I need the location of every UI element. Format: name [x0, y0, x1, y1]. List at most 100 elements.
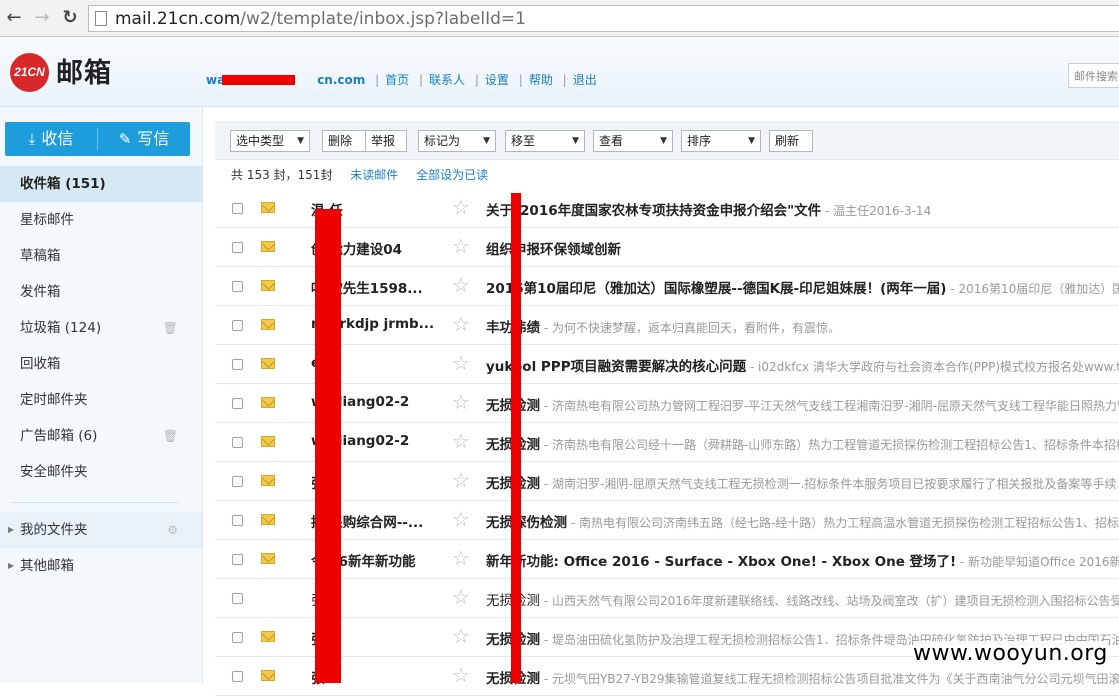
subject-text[interactable]: 新年新功能: Office 2016 - Surface - Xbox One!…: [486, 554, 956, 570]
sidebar-my-folders[interactable]: ▶ 我的文件夹 ⚙: [0, 512, 202, 548]
row-checkbox[interactable]: [232, 632, 243, 643]
sidebar-item-secure[interactable]: 安全邮件夹: [0, 454, 202, 490]
compose-button[interactable]: ✎ 写信: [98, 122, 190, 156]
mail-search-input[interactable]: 邮件搜索: [1068, 63, 1119, 88]
row-checkbox[interactable]: [232, 359, 243, 370]
table-row[interactable]: 张☆无损检测 - 湖南汨罗-湘阴-屈原天然气支线工程无损检测一.招标条件本服务项…: [215, 462, 1119, 501]
sidebar-item-sent[interactable]: 发件箱: [0, 274, 202, 310]
sidebar-other-mailboxes[interactable]: ▶ 其他邮箱: [0, 548, 202, 584]
table-row[interactable]: w gliang02-2☆无损检测 - 济南热电有限公司热力管网工程汨罗-平江天…: [215, 384, 1119, 423]
sidebar-item-starred[interactable]: 星标邮件: [0, 202, 202, 238]
subject-preview: - 山西天然气有限公司2016年度新建联络线、线路改线、站场及阀室改（扩）建项目…: [540, 594, 1119, 608]
move-to-dropdown[interactable]: 移至 ▼: [505, 130, 585, 152]
table-row[interactable]: 叶 软先生1598... ☆ 2016第10届印尼（雅加达）国际橡塑展--德国K展-…: [215, 267, 1119, 306]
logo-text[interactable]: 邮箱: [56, 51, 112, 90]
sort-dropdown[interactable]: 排序 ▼: [681, 130, 761, 152]
unread-link[interactable]: 未读邮件: [350, 168, 398, 182]
sidebar-item-scheduled[interactable]: 定时邮件夹: [0, 382, 202, 418]
star-icon[interactable]: ☆: [452, 391, 470, 413]
star-icon[interactable]: ☆: [452, 547, 470, 569]
star-icon[interactable]: ☆: [452, 625, 470, 647]
subject-text[interactable]: 2016第10届印尼（雅加达）国际橡塑展--德国K展-印尼姐妹展！(两年一届): [486, 281, 946, 297]
subject-preview: - i02dkfcx 清华大学政府与社会资本合作(PPP)模式校方报名处www.…: [749, 360, 1119, 374]
mark-as-dropdown[interactable]: 标记为 ▼: [418, 130, 496, 152]
reload-icon[interactable]: ↻: [60, 8, 80, 28]
trash-icon[interactable]: 🗑: [163, 418, 178, 454]
star-icon[interactable]: ☆: [452, 352, 470, 374]
subject-text[interactable]: 关于"2016年度国家农林专项扶持资金申报介绍会"文件: [486, 203, 821, 219]
sidebar-item-recycle[interactable]: 回收箱: [0, 346, 202, 382]
email-subject[interactable]: 无损探伤检测 - 南热电有限公司济南纬五路（经七路-经十路）热力工程高温水管道无…: [486, 511, 1119, 531]
back-arrow-icon[interactable]: ←: [4, 8, 24, 28]
sidebar-item-ads[interactable]: 广告邮箱 (6) 🗑: [0, 418, 202, 454]
table-row[interactable]: 创 能力建设04 ☆ 组织申报环保领域创新: [215, 228, 1119, 267]
star-icon[interactable]: ☆: [452, 508, 470, 530]
row-checkbox[interactable]: [232, 554, 243, 565]
nav-help[interactable]: 帮助: [529, 73, 553, 87]
mark-all-read-link[interactable]: 全部设为已读: [416, 168, 488, 182]
subject-text[interactable]: 组织申报环保领域创新: [486, 242, 621, 258]
21cn-logo-icon[interactable]: 21CN: [10, 53, 49, 92]
forward-arrow-icon[interactable]: →: [32, 8, 52, 28]
view-dropdown[interactable]: 查看 ▼: [593, 130, 673, 152]
url-text[interactable]: mail.21cn.com/w2/template/inbox.jsp?labe…: [115, 9, 526, 29]
table-row[interactable]: w gliang02-2☆无损检测 - 济南热电有限公司经十一路（舜耕路-山师东…: [215, 423, 1119, 462]
email-subject[interactable]: 新年新功能: Office 2016 - Surface - Xbox One!…: [486, 550, 1119, 570]
subject-text[interactable]: 无损探伤检测: [486, 515, 567, 531]
subject-text[interactable]: yukool PPP项目融资需要解决的核心问题: [486, 359, 746, 375]
email-subject[interactable]: 无损检测 - 济南热电有限公司经十一路（舜耕路-山师东路）热力工程管道无损探伤检…: [486, 433, 1119, 453]
receive-button[interactable]: ⤓ 收信: [5, 122, 97, 156]
row-checkbox[interactable]: [232, 281, 243, 292]
nav-settings[interactable]: 设置: [485, 73, 509, 87]
trash-icon[interactable]: 🗑: [163, 310, 178, 346]
email-subject[interactable]: 无损检测 - 元坝气田YB27-YB29集输管道复线工程无损检测招标公告项目批准…: [486, 667, 1119, 687]
row-checkbox[interactable]: [232, 593, 243, 604]
star-icon[interactable]: ☆: [452, 586, 470, 608]
address-bar[interactable]: mail.21cn.com/w2/template/inbox.jsp?labe…: [88, 5, 1119, 32]
report-button[interactable]: 举报: [365, 130, 407, 152]
star-icon[interactable]: ☆: [452, 274, 470, 296]
row-checkbox[interactable]: [232, 671, 243, 682]
email-subject[interactable]: yukool PPP项目融资需要解决的核心问题 - i02dkfcx 清华大学政…: [486, 355, 1119, 375]
table-row[interactable]: m hrkdjp jrmb...☆丰功伟绩 - 为何不快速梦醒，返本归真能回天，…: [215, 306, 1119, 345]
row-checkbox[interactable]: [232, 398, 243, 409]
email-subject[interactable]: 2016第10届印尼（雅加达）国际橡塑展--德国K展-印尼姐妹展！(两年一届) …: [486, 277, 1119, 297]
nav-contacts[interactable]: 联系人: [429, 73, 465, 87]
table-row[interactable]: 今 16新年新功能 ☆ 新年新功能: Office 2016 - Surface -…: [215, 540, 1119, 579]
sidebar-item-spam[interactable]: 垃圾箱 (124) 🗑: [0, 310, 202, 346]
envelope-icon: [261, 358, 275, 369]
email-subject[interactable]: 丰功伟绩 - 为何不快速梦醒，返本归真能回天，看附件，有震惊。: [486, 316, 840, 336]
gear-icon[interactable]: ⚙: [167, 512, 178, 548]
table-row[interactable]: 温 任☆关于"2016年度国家农林专项扶持资金申报介绍会"文件 - 温主任201…: [215, 189, 1119, 228]
sidebar: ⤓ 收信 ✎ 写信 收件箱 (151) 星标邮件 草稿箱 发件箱 垃圾箱 (124)…: [0, 107, 203, 683]
nav-home[interactable]: 首页: [385, 73, 409, 87]
caret-right-icon: ▶: [8, 525, 15, 534]
table-row[interactable]: e☆yukool PPP项目融资需要解决的核心问题 - i02dkfcx 清华大…: [215, 345, 1119, 384]
email-subject[interactable]: 关于"2016年度国家农林专项扶持资金申报介绍会"文件 - 温主任2016-3-…: [486, 199, 931, 219]
table-row[interactable]: 招 采购综合网--... ☆ 无损探伤检测 - 南热电有限公司济南纬五路（经七路-经…: [215, 501, 1119, 540]
row-checkbox[interactable]: [232, 515, 243, 526]
envelope-icon: [261, 670, 275, 681]
email-subject[interactable]: 无损检测 - 济南热电有限公司热力管网工程汨罗-平江天然气支线工程湘南汨罗-湘阴…: [486, 394, 1119, 414]
star-icon[interactable]: ☆: [452, 196, 470, 218]
row-checkbox[interactable]: [232, 476, 243, 487]
delete-button[interactable]: 删除: [322, 130, 366, 152]
star-icon[interactable]: ☆: [452, 235, 470, 257]
email-subject[interactable]: 无损检测 - 湖南汨罗-湘阴-屈原天然气支线工程无损检测一.招标条件本服务项目已…: [486, 472, 1116, 492]
chevron-down-icon: ▼: [748, 136, 755, 146]
star-icon[interactable]: ☆: [452, 313, 470, 335]
sidebar-item-drafts[interactable]: 草稿箱: [0, 238, 202, 274]
star-icon[interactable]: ☆: [452, 469, 470, 491]
email-subject[interactable]: 无损检测 - 山西天然气有限公司2016年度新建联络线、线路改线、站场及阀室改（…: [486, 589, 1119, 609]
table-row[interactable]: 张☆无损检测 - 山西天然气有限公司2016年度新建联络线、线路改线、站场及阀室…: [215, 579, 1119, 618]
row-checkbox[interactable]: [232, 203, 243, 214]
email-subject[interactable]: 组织申报环保领域创新: [486, 238, 621, 258]
nav-logout[interactable]: 退出: [573, 73, 597, 87]
row-checkbox[interactable]: [232, 320, 243, 331]
star-icon[interactable]: ☆: [452, 430, 470, 452]
refresh-button[interactable]: 刷新: [769, 130, 813, 152]
select-type-dropdown[interactable]: 选中类型 ▼: [230, 130, 310, 152]
row-checkbox[interactable]: [232, 242, 243, 253]
row-checkbox[interactable]: [232, 437, 243, 448]
sidebar-item-inbox[interactable]: 收件箱 (151): [0, 166, 202, 202]
